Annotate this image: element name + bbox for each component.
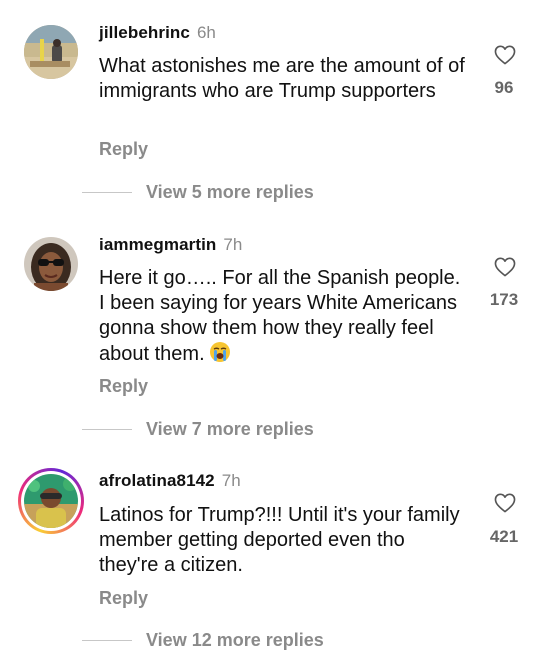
divider-line bbox=[82, 428, 132, 430]
view-more-label: View 5 more replies bbox=[146, 181, 314, 202]
username[interactable]: iammegmartin bbox=[99, 235, 216, 254]
timestamp: 7h bbox=[221, 471, 241, 490]
avatar[interactable] bbox=[24, 237, 78, 291]
view-more-replies[interactable]: View 5 more replies bbox=[82, 180, 314, 204]
divider-line bbox=[82, 191, 132, 193]
timestamp: 6h bbox=[196, 23, 216, 42]
divider-line bbox=[82, 639, 132, 641]
view-more-label: View 12 more replies bbox=[146, 629, 324, 650]
heart-icon[interactable] bbox=[494, 45, 516, 65]
view-more-label: View 7 more replies bbox=[146, 418, 314, 439]
heart-icon[interactable] bbox=[494, 257, 516, 277]
comment-meta: afrolatina8142 7h bbox=[99, 471, 241, 491]
timestamp: 7h bbox=[223, 235, 243, 254]
comment-text: Latinos for Trump?!!! Until it's your fa… bbox=[99, 504, 460, 576]
comment-text: Here it go….. For all the Spanish people… bbox=[99, 266, 469, 367]
view-more-replies[interactable]: View 7 more replies bbox=[82, 417, 314, 441]
comment-meta: jillebehrinc 6h bbox=[99, 23, 216, 43]
avatar[interactable] bbox=[24, 25, 78, 79]
view-more-replies[interactable]: View 12 more replies bbox=[82, 628, 324, 652]
comment-text: What astonishes me are the amount of of … bbox=[99, 55, 465, 102]
username[interactable]: jillebehrinc bbox=[99, 23, 190, 42]
username[interactable]: afrolatina8142 bbox=[99, 471, 215, 490]
comment-text-content: Here it go….. For all the Spanish people… bbox=[99, 267, 461, 365]
loudly-crying-face-icon bbox=[209, 342, 230, 362]
avatar[interactable] bbox=[24, 474, 78, 528]
comment-meta: iammegmartin 7h bbox=[99, 235, 242, 255]
heart-icon[interactable] bbox=[494, 493, 516, 513]
reply-button[interactable]: Reply bbox=[99, 588, 148, 609]
reply-button[interactable]: Reply bbox=[99, 376, 148, 397]
reply-button[interactable]: Reply bbox=[99, 139, 148, 160]
story-ring[interactable] bbox=[18, 468, 84, 534]
like-count: 173 bbox=[489, 290, 519, 309]
like-count: 421 bbox=[489, 527, 519, 546]
like-count: 96 bbox=[494, 78, 514, 97]
